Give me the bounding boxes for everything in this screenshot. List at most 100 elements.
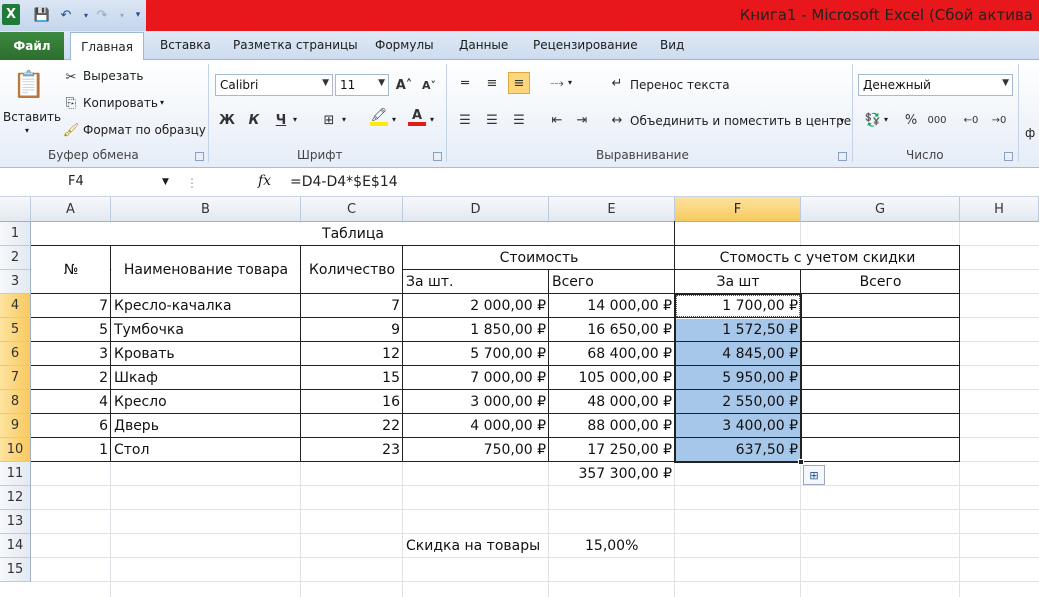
shrink-font-icon[interactable]: A˅ [420, 76, 438, 94]
cell-sum[interactable]: 68 400,00 ₽ [549, 342, 675, 366]
cell-price[interactable]: 4 000,00 ₽ [403, 414, 549, 438]
underline-dropdown-icon[interactable]: ▾ [293, 115, 297, 124]
cell-price[interactable]: 5 700,00 ₽ [403, 342, 549, 366]
accounting-format-icon[interactable]: 💱 [864, 111, 882, 129]
header-name[interactable]: Наименование товара [111, 246, 301, 294]
tab-home[interactable]: Главная [70, 32, 144, 61]
cell-qty[interactable]: 12 [301, 342, 403, 366]
cell-name[interactable]: Кровать [111, 342, 301, 366]
align-middle-icon[interactable]: ≡ [483, 74, 501, 92]
header-total-discount[interactable]: Всего [801, 270, 960, 294]
cell-qty[interactable]: 16 [301, 390, 403, 414]
insert-function-icon[interactable]: fx [258, 173, 271, 189]
tab-view[interactable]: Вид [660, 38, 684, 52]
cell-name[interactable]: Кресло-качалка [111, 294, 301, 318]
cell-name[interactable]: Стол [111, 438, 301, 462]
row-header-1[interactable]: 1 [0, 222, 31, 246]
alignment-launcher-icon[interactable] [838, 152, 847, 161]
cell-name[interactable]: Тумбочка [111, 318, 301, 342]
font-color-dropdown-icon[interactable]: ▾ [430, 115, 434, 124]
formula-input[interactable]: =D4-D4*$E$14 [290, 174, 398, 190]
cell-qty[interactable]: 7 [301, 294, 403, 318]
format-painter-icon[interactable]: 🖌 [62, 121, 80, 139]
tab-review[interactable]: Рецензирование [533, 38, 638, 52]
table-title[interactable]: Таблица [31, 222, 675, 246]
auto-fill-options-icon[interactable]: ⊞ [803, 465, 825, 485]
cell-price[interactable]: 3 000,00 ₽ [403, 390, 549, 414]
cell-name[interactable]: Шкаф [111, 366, 301, 390]
fill-color-icon[interactable]: 🖍 [370, 108, 388, 126]
excel-logo-icon[interactable]: X [2, 4, 20, 25]
row-header-5[interactable]: 5 [0, 318, 31, 342]
column-header-h[interactable]: H [960, 197, 1039, 222]
header-cost[interactable]: Стоимость [403, 246, 675, 270]
row-header-10[interactable]: 10 [0, 438, 31, 462]
font-launcher-icon[interactable] [433, 152, 442, 161]
column-header-g[interactable]: G [801, 197, 960, 222]
cell-price[interactable]: 7 000,00 ₽ [403, 366, 549, 390]
name-box[interactable]: F4 [0, 172, 178, 194]
row-header-8[interactable]: 8 [0, 390, 31, 414]
wrap-text-icon[interactable]: ↵ [608, 74, 626, 92]
paste-button[interactable]: Вставить [3, 110, 61, 124]
cell-name[interactable]: Дверь [111, 414, 301, 438]
header-cost-discount[interactable]: Стомость с учетом скидки [675, 246, 960, 270]
format-painter-button[interactable]: Формат по образцу [83, 123, 206, 137]
tab-formulas[interactable]: Формулы [375, 38, 434, 52]
font-color-icon[interactable]: A [408, 108, 426, 126]
merge-center-icon[interactable]: ↔ [608, 111, 626, 129]
cell-price[interactable]: 1 850,00 ₽ [403, 318, 549, 342]
number-format-combo[interactable]: Денежный ▼ [858, 74, 1013, 96]
cell-sum[interactable]: 105 000,00 ₽ [549, 366, 675, 390]
row-header-9[interactable]: 9 [0, 414, 31, 438]
cell-sum[interactable]: 48 000,00 ₽ [549, 390, 675, 414]
align-bottom-icon[interactable]: ≡ [508, 72, 530, 94]
cell-qty[interactable]: 9 [301, 318, 403, 342]
column-header-b[interactable]: B [111, 197, 301, 222]
borders-icon[interactable]: ⊞ [320, 111, 338, 129]
row-header-6[interactable]: 6 [0, 342, 31, 366]
header-qty[interactable]: Количество [301, 246, 403, 294]
select-all-corner[interactable] [0, 197, 31, 222]
decrease-decimal-icon[interactable]: →0 [990, 111, 1008, 129]
worksheet-grid[interactable]: A B C D E F G H 1 2 3 4 5 6 7 8 9 10 11 … [0, 197, 1039, 597]
cell-num[interactable]: 5 [31, 318, 111, 342]
italic-button[interactable]: К [245, 111, 263, 129]
orientation-icon[interactable]: ⤏ [548, 74, 566, 92]
discount-value-cell[interactable]: 15,00% [582, 534, 675, 558]
thousands-separator-button[interactable]: 000 [927, 111, 946, 129]
discount-label-cell[interactable]: Скидка на товары [403, 534, 549, 558]
column-header-a[interactable]: A [31, 197, 111, 222]
formula-bar-handle-icon[interactable]: ⋮ [186, 176, 198, 190]
copy-icon[interactable]: ⎘ [62, 94, 80, 112]
font-name-combo[interactable]: Calibri ▼ [215, 74, 333, 96]
cell-qty[interactable]: 22 [301, 414, 403, 438]
customize-qat-icon[interactable]: ▾ [128, 5, 148, 25]
number-launcher-icon[interactable] [1004, 152, 1013, 161]
merge-dropdown-icon[interactable]: ▾ [840, 116, 844, 125]
cell-num[interactable]: 3 [31, 342, 111, 366]
cut-icon[interactable]: ✂ [62, 68, 80, 86]
percent-button[interactable]: % [902, 111, 920, 129]
cell-qty[interactable]: 15 [301, 366, 403, 390]
align-left-icon[interactable]: ☰ [456, 111, 474, 129]
cell-num[interactable]: 6 [31, 414, 111, 438]
grow-font-icon[interactable]: A˄ [395, 76, 413, 94]
increase-decimal-icon[interactable]: ←0 [962, 111, 980, 129]
font-size-combo[interactable]: 11 ▼ [335, 74, 389, 96]
tab-file[interactable]: Файл [0, 32, 64, 60]
accounting-dropdown-icon[interactable]: ▾ [884, 115, 888, 124]
column-header-c[interactable]: C [301, 197, 403, 222]
header-total[interactable]: Всего [549, 270, 675, 294]
row-header-13[interactable]: 13 [0, 510, 31, 534]
grand-total-cell[interactable]: 357 300,00 ₽ [549, 462, 675, 486]
row-header-12[interactable]: 12 [0, 486, 31, 510]
fill-color-dropdown-icon[interactable]: ▾ [392, 115, 396, 124]
underline-button[interactable]: Ч [272, 111, 290, 129]
orientation-dropdown-icon[interactable]: ▾ [568, 78, 572, 87]
column-header-d[interactable]: D [403, 197, 549, 222]
paste-icon[interactable]: 📋 [13, 68, 45, 102]
header-per-unit[interactable]: За шт. [403, 270, 549, 294]
borders-dropdown-icon[interactable]: ▾ [342, 115, 346, 124]
clipboard-launcher-icon[interactable] [195, 152, 204, 161]
